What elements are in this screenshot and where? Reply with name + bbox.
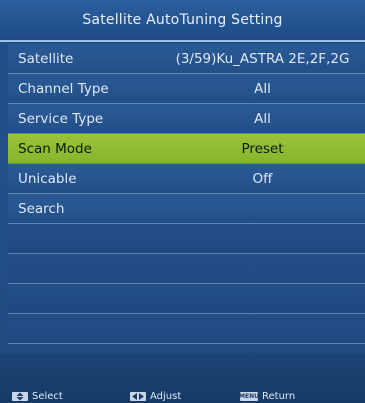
select-hint-label: Select — [32, 390, 63, 402]
service-type-label: Service Type — [18, 110, 104, 127]
scan-mode-row[interactable]: Scan Mode Preset — [8, 134, 365, 164]
menu-key-icon: MENU — [240, 391, 258, 401]
service-type-value: All — [254, 110, 271, 127]
unicable-label: Unicable — [18, 170, 77, 187]
unicable-row[interactable]: Unicable Off — [8, 164, 365, 194]
unicable-value: Off — [252, 170, 273, 187]
adjust-hint: Adjust — [130, 389, 181, 403]
search-label: Search — [18, 200, 65, 217]
channel-type-row[interactable]: Channel Type All — [8, 74, 365, 104]
adjust-hint-label: Adjust — [150, 390, 182, 402]
scan-mode-label: Scan Mode — [18, 140, 92, 157]
satellite-row[interactable]: Satellite (3/59)Ku_ASTRA 2E,2F,2G — [8, 44, 365, 74]
select-hint: Select — [12, 389, 63, 403]
tv-menu-screen: Satellite AutoTuning Setting Satellite (… — [0, 0, 365, 403]
empty-row — [8, 254, 365, 284]
empty-row — [8, 284, 365, 314]
search-row[interactable]: Search — [8, 194, 365, 224]
left-right-arrows-icon — [130, 391, 146, 401]
menu-title: Satellite AutoTuning Setting — [0, 0, 365, 42]
service-type-row[interactable]: Service Type All — [8, 104, 365, 134]
channel-type-label: Channel Type — [18, 80, 109, 97]
satellite-value: (3/59)Ku_ASTRA 2E,2F,2G — [175, 50, 350, 67]
footer-hints: Select Adjust MENU Return — [0, 353, 365, 403]
settings-list: Satellite (3/59)Ku_ASTRA 2E,2F,2G Channe… — [8, 44, 365, 344]
scan-mode-value: Preset — [241, 140, 284, 157]
empty-row — [8, 314, 365, 344]
return-hint-label: Return — [262, 390, 296, 402]
up-down-arrows-icon — [12, 391, 28, 401]
satellite-label: Satellite — [18, 50, 74, 67]
empty-row — [8, 224, 365, 254]
channel-type-value: All — [254, 80, 271, 97]
return-hint: MENU Return — [240, 389, 295, 403]
